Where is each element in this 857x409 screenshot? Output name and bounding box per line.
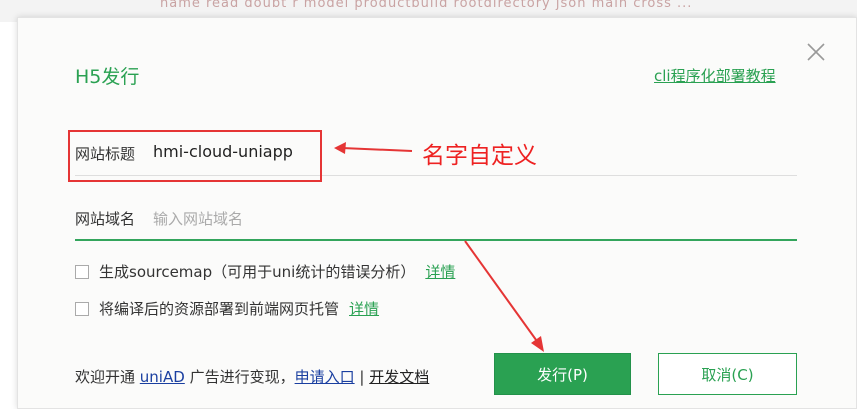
dialog-title: H5发行 xyxy=(75,66,140,88)
site-domain-underline xyxy=(75,239,797,241)
footer-text: 欢迎开通 uniAD 广告进行变现，申请入口 | 开发文档 xyxy=(75,366,429,387)
annotation-text: 名字自定义 xyxy=(422,143,537,169)
hosting-checkbox[interactable] xyxy=(75,301,89,316)
background-text: name read doubt r model productbuild roo… xyxy=(160,0,693,11)
sourcemap-checkbox[interactable] xyxy=(75,264,89,279)
apply-entry-link[interactable]: 申请入口 xyxy=(295,368,355,386)
h5-publish-dialog: H5发行 cli程序化部署教程 网站标题 hmi-cloud-uniapp 名字… xyxy=(17,17,857,409)
footer-prefix: 欢迎开通 xyxy=(75,368,136,386)
sourcemap-details-link[interactable]: 详情 xyxy=(425,261,455,282)
sourcemap-option: 生成sourcemap（可用于uni统计的错误分析） 详情 xyxy=(75,261,455,282)
cancel-button[interactable]: 取消(C) xyxy=(658,353,797,395)
hosting-option: 将编译后的资源部署到前端网页托管 详情 xyxy=(75,298,379,319)
dev-docs-link[interactable]: 开发文档 xyxy=(369,368,429,386)
annotation-highlight-box xyxy=(68,130,322,182)
footer-divider: | xyxy=(359,368,365,386)
close-button[interactable] xyxy=(804,40,828,64)
footer-middle: 广告进行变现， xyxy=(189,368,295,386)
cli-deploy-tutorial-link[interactable]: cli程序化部署教程 xyxy=(654,65,776,86)
close-icon xyxy=(807,43,825,61)
site-domain-label: 网站域名 xyxy=(75,210,136,228)
site-domain-input[interactable]: 输入网站域名 xyxy=(153,208,243,229)
sourcemap-label: 生成sourcemap（可用于uni统计的错误分析） xyxy=(99,263,416,281)
uniad-link[interactable]: uniAD xyxy=(140,368,185,386)
hosting-details-link[interactable]: 详情 xyxy=(349,298,379,319)
publish-button[interactable]: 发行(P) xyxy=(494,353,631,395)
hosting-label: 将编译后的资源部署到前端网页托管 xyxy=(99,300,340,318)
